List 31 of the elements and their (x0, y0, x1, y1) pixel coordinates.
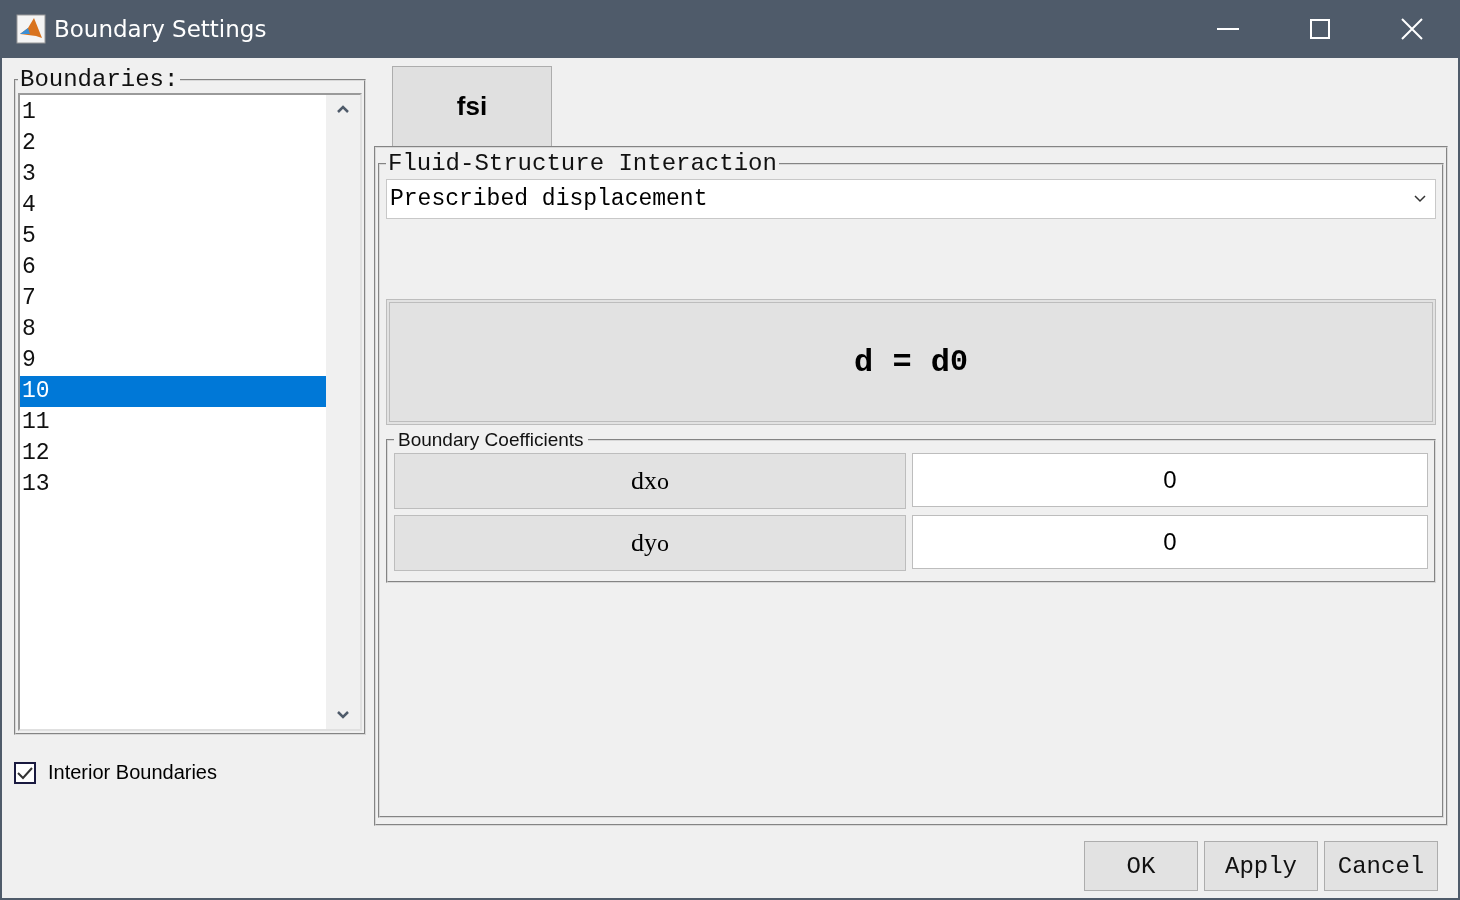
scroll-down-icon[interactable] (337, 711, 349, 719)
window-title: Boundary Settings (54, 16, 268, 42)
list-item[interactable]: 11 (20, 407, 326, 438)
list-item[interactable]: 2 (20, 128, 326, 159)
list-item[interactable]: 1 (20, 97, 326, 128)
group-label: Boundary Coefficients (397, 429, 585, 451)
list-item[interactable]: 5 (20, 221, 326, 252)
checkbox-label: Interior Boundaries (48, 761, 217, 784)
list-item[interactable]: 10 (20, 376, 326, 407)
dialog-button[interactable]: Cancel (1324, 841, 1438, 891)
list-item[interactable]: 9 (20, 345, 326, 376)
list-item[interactable]: 7 (20, 283, 326, 314)
checkbox[interactable] (14, 761, 36, 784)
dialog-button[interactable]: Apply (1204, 841, 1318, 891)
coefficient-field[interactable]: 0 (912, 515, 1428, 569)
group-label: Boundaries: (19, 66, 180, 93)
group-label: Fluid-Structure Interaction (387, 150, 778, 177)
dialog-button[interactable]: OK (1084, 841, 1198, 891)
list-item[interactable]: 6 (20, 252, 326, 283)
list-item[interactable]: 12 (20, 438, 326, 469)
boundary-list[interactable]: 1 2 3 4 5 6 7 8 9 10 11 12 13 (18, 93, 362, 731)
tab[interactable]: fsi (392, 66, 552, 146)
scroll-up-icon[interactable] (337, 105, 349, 113)
list-item[interactable]: 8 (20, 314, 326, 345)
list-item[interactable]: 4 (20, 190, 326, 221)
coefficient-field[interactable]: 0 (912, 453, 1428, 507)
list-item[interactable]: 13 (20, 469, 326, 500)
app-logo-icon (16, 14, 46, 44)
list-item[interactable]: 3 (20, 159, 326, 190)
condition-dropdown[interactable]: Prescribed displacement (386, 179, 1436, 219)
chevron-down-icon (1414, 195, 1426, 203)
